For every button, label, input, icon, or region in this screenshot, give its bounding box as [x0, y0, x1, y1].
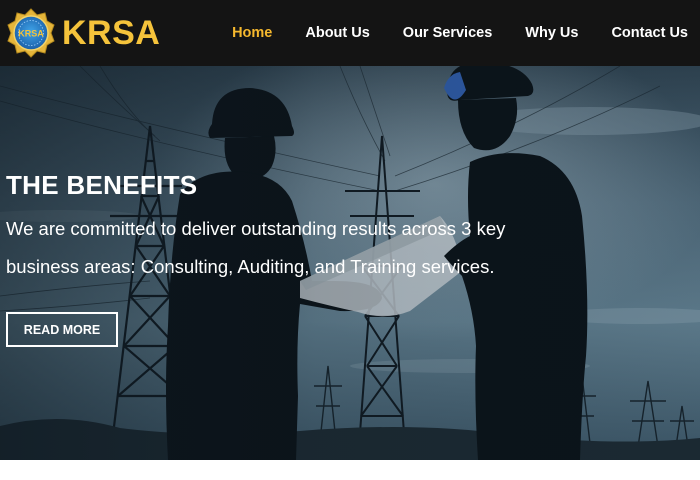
nav-our-services[interactable]: Our Services	[403, 25, 492, 41]
nav-home[interactable]: Home	[232, 25, 272, 41]
krsa-seal-logo: KRSA	[7, 8, 55, 58]
read-more-button[interactable]: READ MORE	[6, 312, 118, 347]
hero-banner: THE BENEFITS We are committed to deliver…	[0, 66, 700, 460]
top-navbar: KRSA KRSA Home About Us Our Services Why…	[0, 0, 700, 66]
svg-text:KRSA: KRSA	[18, 29, 44, 39]
content-area-start	[0, 460, 700, 480]
page: KRSA KRSA Home About Us Our Services Why…	[0, 0, 700, 480]
nav-about-us[interactable]: About Us	[305, 25, 369, 41]
hero-description: We are committed to deliver outstanding …	[6, 218, 506, 277]
brand-name: KRSA	[62, 13, 161, 52]
hero-title: THE BENEFITS	[6, 170, 198, 200]
nav-contact-us[interactable]: Contact Us	[611, 25, 688, 41]
nav-why-us[interactable]: Why Us	[525, 25, 578, 41]
brand-logo-link[interactable]: KRSA KRSA	[6, 5, 160, 61]
main-nav: Home About Us Our Services Why Us Contac…	[199, 0, 700, 66]
